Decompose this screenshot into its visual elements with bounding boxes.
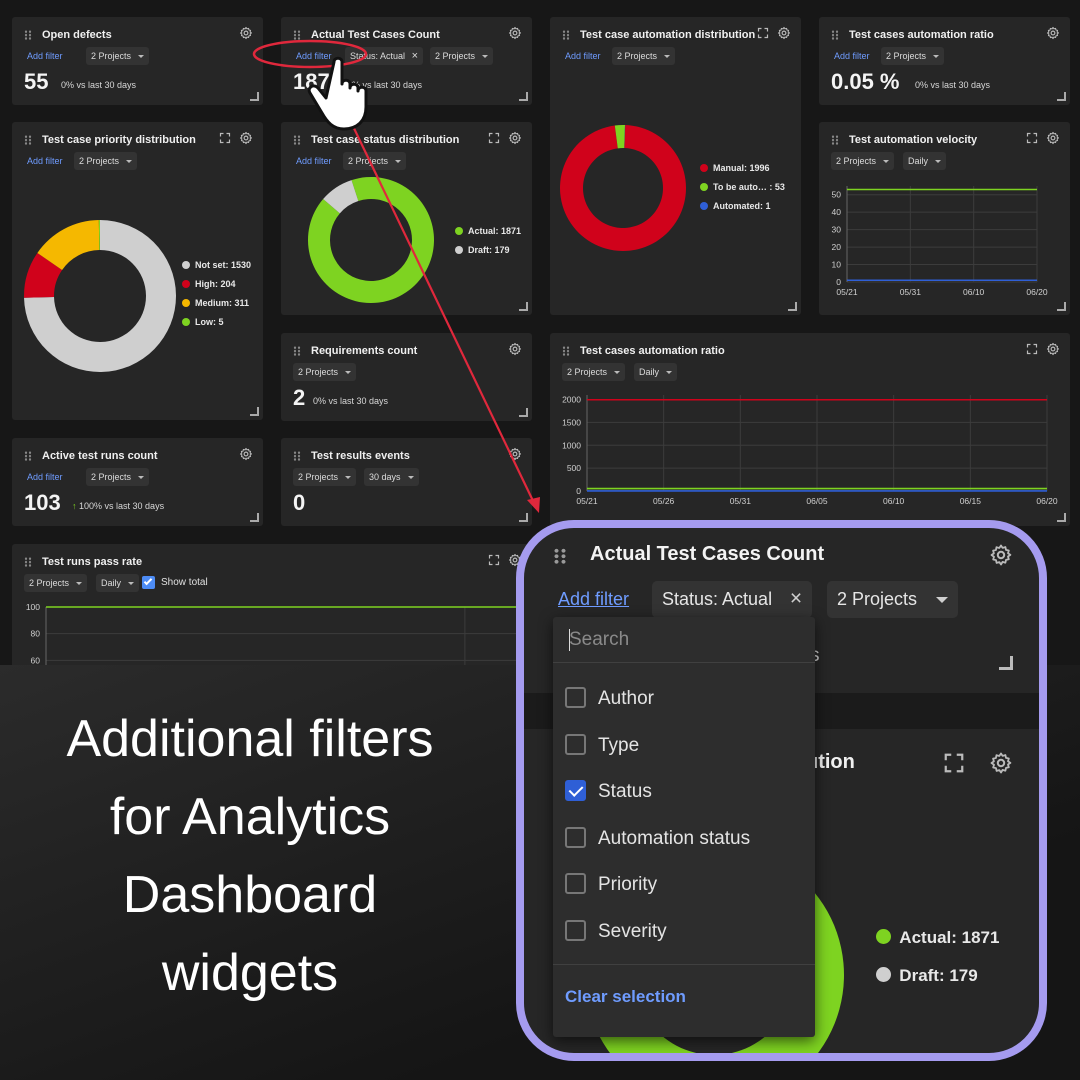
checkbox[interactable] xyxy=(565,919,586,941)
filter-option-automation-status[interactable]: Automation status xyxy=(565,826,751,857)
status-chip-label: Status: Actual xyxy=(662,589,773,609)
search-input[interactable] xyxy=(569,627,799,653)
arrowhead-icon xyxy=(527,497,540,513)
filter-option-label: Status xyxy=(598,781,652,802)
projects-select[interactable]: 2 Projects xyxy=(827,581,958,618)
filter-option-severity[interactable]: Severity xyxy=(565,919,667,950)
checkbox[interactable] xyxy=(565,873,586,894)
filter-option-status[interactable]: Status xyxy=(565,780,652,810)
filter-option-type[interactable]: Type xyxy=(565,733,640,764)
legend-item: Draft: 179 xyxy=(876,966,978,986)
checkbox[interactable] xyxy=(565,826,586,848)
filter-option-label: Type xyxy=(598,734,640,756)
resize-handle[interactable] xyxy=(999,656,1013,670)
add-filter-link[interactable]: Add filter xyxy=(558,589,629,610)
gear-icon[interactable] xyxy=(989,543,1013,567)
filter-option-label: Priority xyxy=(598,874,658,895)
pointer-arrow xyxy=(349,119,536,506)
status-filter-chip[interactable]: Status: Actual × xyxy=(652,581,813,618)
headline-line-1: Additional filters xyxy=(66,710,434,768)
checkbox[interactable] xyxy=(565,733,586,755)
headline-line-4: widgets xyxy=(161,944,339,1002)
filter-option-label: Author xyxy=(598,688,654,709)
filter-option-label: Severity xyxy=(598,920,667,942)
filter-option-author[interactable]: Author xyxy=(565,687,654,717)
filter-dropdown: Author Type Status Automation status Priorit… xyxy=(553,617,815,1037)
filter-option-priority[interactable]: Priority xyxy=(565,873,657,903)
filter-option-label: Automation status xyxy=(598,827,751,849)
zoom-callout: Actual Test Cases Count Add filter Statu… xyxy=(516,520,1047,1061)
drag-handle-icon[interactable] xyxy=(553,548,567,564)
headline-line-3: Dashboard xyxy=(122,866,378,924)
widget-title: Actual Test Cases Count xyxy=(590,543,825,565)
legend-dot-icon xyxy=(876,966,892,982)
legend-dot-icon xyxy=(876,928,892,944)
checkbox[interactable] xyxy=(565,687,586,708)
legend-label: Actual: 1871 xyxy=(899,928,1000,947)
checkbox[interactable] xyxy=(565,780,586,801)
divider xyxy=(553,964,815,965)
clear-selection-button[interactable]: Clear selection xyxy=(565,987,686,1007)
headline-line-2: for Analytics xyxy=(109,788,391,846)
close-icon[interactable]: × xyxy=(790,587,802,611)
text-cursor xyxy=(569,629,570,651)
headline: Additional filters for Analytics Dashboa… xyxy=(20,700,480,1012)
highlight-ellipse xyxy=(252,39,368,69)
legend-label: Draft: 179 xyxy=(899,966,978,985)
hand-cursor-icon xyxy=(307,56,368,131)
legend-item: Actual: 1871 xyxy=(876,928,999,948)
search-box xyxy=(553,617,815,663)
